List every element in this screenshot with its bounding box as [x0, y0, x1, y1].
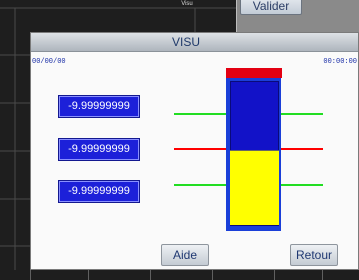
value-display-2[interactable]: -9.99999999 [59, 139, 139, 160]
back-button[interactable]: Retour [290, 244, 338, 266]
bottom-divider [88, 270, 89, 280]
bottom-divider [150, 270, 151, 280]
value-display-3[interactable]: -9.99999999 [59, 181, 139, 202]
indicator-line-left-1 [174, 113, 227, 115]
value-display-1[interactable]: -9.99999999 [59, 96, 139, 117]
bottom-divider [274, 270, 275, 280]
visu-window: VISU 00/00/00 00:00:00 -9.99999999 -9.99… [30, 32, 359, 270]
help-button[interactable]: Aide [161, 244, 209, 266]
indicator-line-right-1 [281, 113, 323, 115]
bottom-divider [30, 270, 31, 280]
valider-button[interactable]: Valider [240, 0, 302, 15]
window-title: VISU [171, 35, 200, 49]
date-display: 00/00/00 [32, 58, 66, 66]
time-display: 00:00:00 [323, 58, 357, 66]
gauge-fill [230, 150, 279, 225]
indicator-line-left-2 [174, 148, 227, 150]
bottom-strip [0, 270, 359, 280]
gauge-cap [226, 68, 282, 78]
window-titlebar[interactable]: VISU [31, 33, 358, 52]
app-title: Visu [181, 1, 193, 7]
indicator-line-right-2 [281, 148, 323, 150]
bottom-divider [322, 270, 323, 280]
indicator-line-right-3 [281, 184, 323, 186]
indicator-line-left-3 [174, 184, 227, 186]
bottom-divider [212, 270, 213, 280]
